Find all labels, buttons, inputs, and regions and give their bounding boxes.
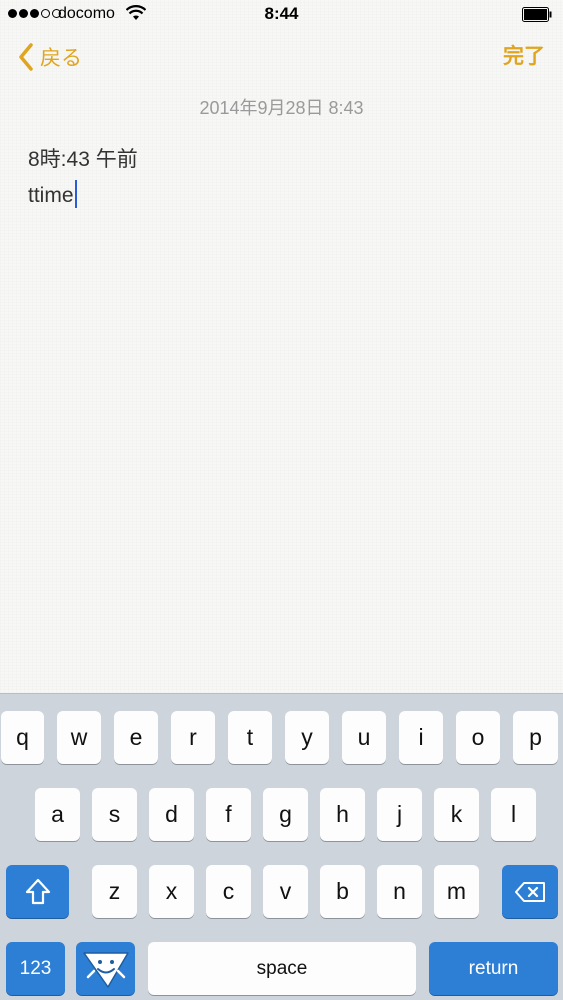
key-y[interactable]: y xyxy=(285,711,329,764)
battery-icon xyxy=(522,7,552,22)
key-r[interactable]: r xyxy=(171,711,215,764)
key-u[interactable]: u xyxy=(342,711,386,764)
key-g[interactable]: g xyxy=(263,788,308,841)
key-j[interactable]: j xyxy=(377,788,422,841)
text-cursor xyxy=(74,180,77,208)
key-o[interactable]: o xyxy=(456,711,500,764)
input-method-key[interactable] xyxy=(76,942,135,995)
key-d[interactable]: d xyxy=(149,788,194,841)
key-l[interactable]: l xyxy=(491,788,536,841)
key-f[interactable]: f xyxy=(206,788,251,841)
key-x[interactable]: x xyxy=(149,865,194,918)
key-c[interactable]: c xyxy=(206,865,251,918)
chevron-left-icon xyxy=(19,43,33,71)
note-line: 8時:43 午前 xyxy=(28,148,138,171)
status-bar: docomo 8:44 xyxy=(0,0,563,30)
key-p[interactable]: p xyxy=(513,711,558,764)
key-s[interactable]: s xyxy=(92,788,137,841)
back-button[interactable]: 戻る xyxy=(18,42,82,72)
return-key[interactable]: return xyxy=(429,942,558,995)
done-button[interactable]: 完了 xyxy=(503,42,545,72)
shift-arrow-icon xyxy=(25,878,50,904)
keyboard: q w e r t y u i o p a s d f g h j k l z … xyxy=(0,693,563,1000)
delete-key[interactable] xyxy=(502,865,558,918)
key-n[interactable]: n xyxy=(377,865,422,918)
backspace-icon xyxy=(515,881,545,902)
back-label: 戻る xyxy=(40,47,82,70)
key-v[interactable]: v xyxy=(263,865,308,918)
key-z[interactable]: z xyxy=(92,865,137,918)
note-text-area[interactable]: 8時:43 午前 ttime xyxy=(28,142,138,214)
note-date: 2014年9月28日 8:43 xyxy=(199,98,364,118)
shift-key[interactable] xyxy=(6,865,69,918)
numbers-key[interactable]: 123 xyxy=(6,942,65,995)
note-line: ttime xyxy=(28,184,74,207)
space-key[interactable]: space xyxy=(148,942,416,995)
key-e[interactable]: e xyxy=(114,711,158,764)
key-m[interactable]: m xyxy=(434,865,479,918)
keyboard-mascot-icon xyxy=(82,951,129,988)
key-a[interactable]: a xyxy=(35,788,80,841)
key-i[interactable]: i xyxy=(399,711,443,764)
status-time: 8:44 xyxy=(264,4,299,23)
key-w[interactable]: w xyxy=(57,711,101,764)
key-t[interactable]: t xyxy=(228,711,272,764)
key-b[interactable]: b xyxy=(320,865,365,918)
key-h[interactable]: h xyxy=(320,788,365,841)
key-k[interactable]: k xyxy=(434,788,479,841)
key-q[interactable]: q xyxy=(1,711,44,764)
